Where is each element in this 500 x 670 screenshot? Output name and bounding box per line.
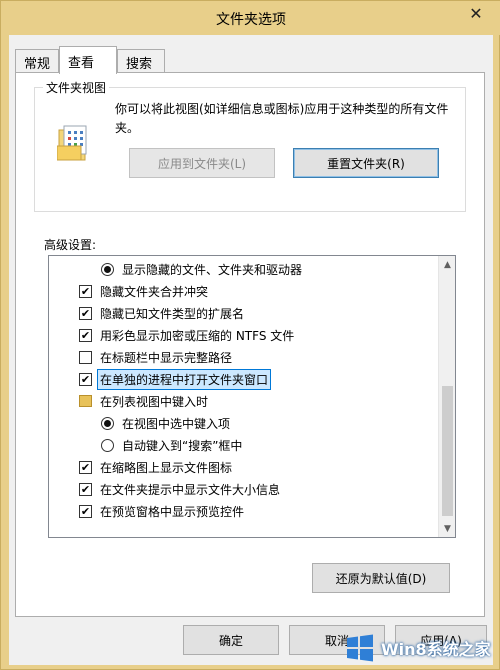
list-item[interactable]: ✔ 隐藏文件夹合并冲突 bbox=[49, 280, 438, 302]
list-item-label: 用彩色显示加密或压缩的 NTFS 文件 bbox=[100, 328, 295, 343]
list-item-group: 在列表视图中键入时 bbox=[49, 390, 438, 412]
title-bar[interactable]: 文件夹选项 ✕ bbox=[1, 1, 500, 35]
checkbox-full-path-title[interactable] bbox=[79, 350, 92, 364]
apply-to-folders-button[interactable]: 应用到文件夹(L) bbox=[129, 148, 275, 178]
reset-folders-button[interactable]: 重置文件夹(R) bbox=[293, 148, 439, 178]
dialog-client: 常规 查看 搜索 文件夹视图 你可以将此视图(如详细信息或图标)应用于这种类型的… bbox=[9, 35, 493, 665]
folder-options-window: 文件夹选项 ✕ 常规 查看 搜索 文件夹视图 你可以将此视图(如详细信息或图标)… bbox=[0, 0, 500, 670]
restore-defaults-label: 还原为默认值(D) bbox=[335, 571, 427, 586]
list-item-label: 在单独的进程中打开文件夹窗口 bbox=[96, 368, 272, 390]
advanced-settings-items: 显示隐藏的文件、文件夹和驱动器 ✔ 隐藏文件夹合并冲突 ✔ 隐藏已知文件类型的扩… bbox=[49, 256, 438, 537]
folder-views-description: 你可以将此视图(如详细信息或图标)应用于这种类型的所有文件夹。 bbox=[115, 102, 449, 135]
radio-type-into-search[interactable] bbox=[101, 438, 114, 452]
tab-general-label: 常规 bbox=[24, 57, 51, 72]
list-item[interactable]: ✔ 用彩色显示加密或压缩的 NTFS 文件 bbox=[49, 324, 438, 346]
list-item-label: 显示隐藏的文件、文件夹和驱动器 bbox=[122, 262, 303, 277]
windows-logo-icon bbox=[347, 634, 373, 662]
list-item-label: 在列表视图中键入时 bbox=[100, 394, 209, 409]
tab-search[interactable]: 搜索 bbox=[117, 49, 165, 73]
scroll-down-icon[interactable]: ▼ bbox=[439, 520, 455, 537]
list-item[interactable]: 显示隐藏的文件、文件夹和驱动器 bbox=[49, 258, 438, 280]
folder-views-title: 文件夹视图 bbox=[43, 79, 110, 96]
advanced-settings-label: 高级设置: bbox=[44, 238, 97, 252]
folder-icon bbox=[79, 395, 92, 407]
list-item-label: 隐藏文件夹合并冲突 bbox=[100, 284, 209, 299]
folder-views-group: 文件夹视图 你可以将此视图(如详细信息或图标)应用于这种类型的所有文件夹。 应用… bbox=[34, 79, 466, 212]
list-item[interactable]: 在视图中选中键入项 bbox=[49, 412, 438, 434]
list-item-label: 隐藏已知文件类型的扩展名 bbox=[100, 306, 245, 321]
list-item-label: 在文件夹提示中显示文件大小信息 bbox=[100, 482, 281, 497]
vertical-scrollbar[interactable]: ▲ ▼ bbox=[438, 256, 455, 537]
reset-folders-label: 重置文件夹(R) bbox=[327, 156, 405, 171]
checkbox-color-ntfs[interactable]: ✔ bbox=[79, 328, 92, 342]
advanced-settings-list[interactable]: 显示隐藏的文件、文件夹和驱动器 ✔ 隐藏文件夹合并冲突 ✔ 隐藏已知文件类型的扩… bbox=[48, 255, 456, 538]
tab-view[interactable]: 查看 bbox=[59, 46, 117, 74]
radio-show-hidden[interactable] bbox=[101, 262, 114, 276]
checkbox-hide-extensions[interactable]: ✔ bbox=[79, 306, 92, 320]
close-icon: ✕ bbox=[469, 3, 483, 23]
checkbox-preview-handlers[interactable]: ✔ bbox=[79, 504, 92, 518]
list-item[interactable]: ✔ 在缩略图上显示文件图标 bbox=[49, 456, 438, 478]
list-item[interactable]: ✔ 在预览窗格中显示预览控件 bbox=[49, 500, 438, 522]
checkbox-hide-merge-conflicts[interactable]: ✔ bbox=[79, 284, 92, 298]
scroll-up-icon[interactable]: ▲ bbox=[439, 256, 455, 273]
list-item[interactable]: 在标题栏中显示完整路径 bbox=[49, 346, 438, 368]
close-button[interactable]: ✕ bbox=[459, 2, 493, 24]
list-item-selected[interactable]: ✔ 在单独的进程中打开文件夹窗口 bbox=[49, 368, 438, 390]
window-title: 文件夹选项 bbox=[216, 12, 286, 28]
watermark: Win8系统之家 bbox=[345, 629, 495, 667]
scroll-thumb[interactable] bbox=[442, 386, 453, 516]
list-item-label: 在标题栏中显示完整路径 bbox=[100, 350, 233, 365]
checkbox-separate-process[interactable]: ✔ bbox=[79, 372, 92, 386]
list-item[interactable]: 自动键入到“搜索”框中 bbox=[49, 434, 438, 456]
list-item-label: 在缩略图上显示文件图标 bbox=[100, 460, 233, 475]
list-item-label: 在视图中选中键入项 bbox=[122, 416, 231, 431]
list-item-label: 自动键入到“搜索”框中 bbox=[122, 438, 243, 453]
list-item[interactable]: ✔ 隐藏已知文件类型的扩展名 bbox=[49, 302, 438, 324]
list-item[interactable]: ✔ 在文件夹提示中显示文件大小信息 bbox=[49, 478, 438, 500]
watermark-text: Win8系统之家 bbox=[381, 640, 491, 659]
folder-grid-icon bbox=[57, 125, 87, 161]
tab-general[interactable]: 常规 bbox=[15, 49, 59, 73]
radio-select-typed-item[interactable] bbox=[101, 416, 114, 430]
list-item-label: 在预览窗格中显示预览控件 bbox=[100, 504, 245, 519]
tab-search-label: 搜索 bbox=[126, 57, 153, 72]
restore-defaults-button[interactable]: 还原为默认值(D) bbox=[312, 563, 450, 593]
checkbox-thumbnail-icon[interactable]: ✔ bbox=[79, 460, 92, 474]
ok-label: 确定 bbox=[218, 633, 243, 648]
view-tab-panel: 文件夹视图 你可以将此视图(如详细信息或图标)应用于这种类型的所有文件夹。 应用… bbox=[15, 72, 485, 617]
checkbox-file-size-tips[interactable]: ✔ bbox=[79, 482, 92, 496]
tab-view-label: 查看 bbox=[68, 56, 95, 71]
apply-to-folders-label: 应用到文件夹(L) bbox=[157, 156, 247, 171]
ok-button[interactable]: 确定 bbox=[183, 625, 279, 655]
